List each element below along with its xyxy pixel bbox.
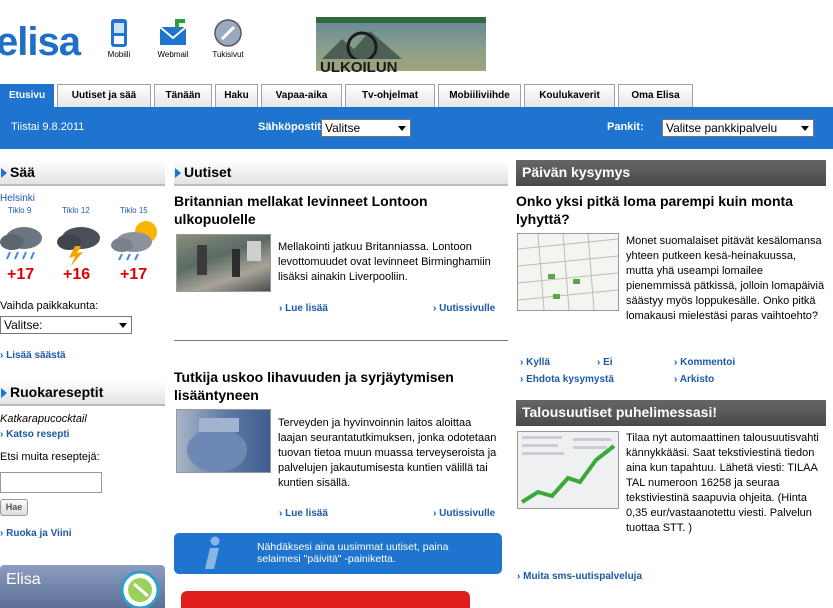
chevron-down-icon bbox=[801, 126, 809, 131]
poll-archive-link[interactable]: Arkisto bbox=[674, 374, 714, 385]
tab-haku[interactable]: Haku bbox=[215, 84, 258, 107]
ulkoilun-banner[interactable]: ULKOILUN bbox=[316, 17, 486, 76]
news-headline-2[interactable]: Tutkija uskoo lihavuuden ja syrjäytymise… bbox=[174, 368, 504, 404]
mobile-label: Mobiili bbox=[107, 50, 131, 59]
mobile-link[interactable]: Mobiili bbox=[97, 18, 141, 59]
poll-body: Monet suomalaiset pitävät kesälomansa yh… bbox=[626, 235, 825, 322]
tab-etusivu[interactable]: Etusivu bbox=[0, 84, 54, 107]
weather-temp-1: +17 bbox=[7, 266, 35, 283]
recipe-search-button[interactable]: Hae bbox=[0, 499, 28, 516]
finance-header: Talousuutiset puhelimessasi! bbox=[516, 400, 826, 426]
elisa-box: Elisa bbox=[0, 565, 165, 608]
news-header: Uutiset bbox=[174, 160, 508, 186]
recipes-header: Ruokareseptit bbox=[0, 380, 165, 406]
email-select-value: Valitse bbox=[325, 121, 361, 135]
see-recipe-link[interactable]: Katso resepti bbox=[0, 429, 69, 440]
banner-text: ULKOILUN bbox=[320, 59, 398, 76]
news-image-1[interactable] bbox=[176, 234, 271, 292]
poll-image bbox=[517, 233, 619, 311]
weather-time-1: Tiklo 9 bbox=[8, 206, 32, 215]
weather-temp-3: +17 bbox=[120, 266, 148, 283]
info-bar: Tiistai 9.8.2011 Sähköpostit: Valitse Pa… bbox=[0, 107, 833, 149]
mobile-icon bbox=[111, 19, 127, 47]
finance-more-link[interactable]: Muita sms-uutispalveluja bbox=[517, 571, 642, 582]
elisa-box-title: Elisa bbox=[6, 571, 41, 588]
location-select[interactable]: Valitse: bbox=[0, 316, 132, 334]
poll-yes-link[interactable]: Kyllä bbox=[520, 357, 550, 368]
banks-select-value: Valitse pankkipalvelu bbox=[666, 121, 778, 135]
recipe-search-label: Etsi muita reseptejä: bbox=[0, 451, 100, 463]
recipe-search-input[interactable] bbox=[0, 472, 102, 493]
thunder-cloud-icon bbox=[57, 227, 100, 266]
poll-comment-link[interactable]: Kommentoi bbox=[674, 357, 735, 368]
webmail-icon bbox=[159, 19, 187, 45]
tab-tanaan[interactable]: Tänään bbox=[154, 84, 212, 107]
refresh-info-box: Nähdäksesi aina uusimmat uutiset, paina … bbox=[174, 533, 502, 574]
tab-koulukaverit[interactable]: Koulukaverit bbox=[524, 84, 615, 107]
weather-temp-2: +16 bbox=[63, 266, 91, 283]
news-archive-link-2[interactable]: Uutissivulle bbox=[433, 508, 495, 519]
banks-label: Pankit: bbox=[607, 121, 644, 133]
news-divider bbox=[174, 340, 508, 341]
news-headline-1[interactable]: Britannian mellakat levinneet Lontoon ul… bbox=[174, 192, 504, 228]
location-select-value: Valitse: bbox=[4, 318, 43, 332]
finance-body: Tilaa nyt automaattinen talousuutisvahti… bbox=[626, 432, 819, 534]
news-body-1: Mellakointi jatkuu Britanniassa. Lontoon… bbox=[278, 241, 491, 283]
email-label: Sähköpostit: bbox=[258, 121, 325, 133]
tab-vapaa-aika[interactable]: Vapaa-aika bbox=[261, 84, 342, 107]
compass-icon[interactable] bbox=[120, 570, 160, 608]
info-icon bbox=[205, 536, 220, 569]
news-read-more-1[interactable]: Lue lisää bbox=[279, 303, 328, 314]
poll-header: Päivän kysymys bbox=[516, 160, 826, 186]
more-weather-link[interactable]: Lisää säästä bbox=[0, 350, 66, 361]
weather-time-2: Tiklo 12 bbox=[62, 206, 90, 215]
weather-header: Sää bbox=[0, 160, 165, 186]
news-read-more-2[interactable]: Lue lisää bbox=[279, 508, 328, 519]
poll-suggest-link[interactable]: Ehdota kysymystä bbox=[520, 374, 614, 385]
sun-rain-cloud-icon bbox=[111, 221, 157, 261]
weather-time-3: Tiklo 15 bbox=[120, 206, 148, 215]
rain-cloud-icon bbox=[0, 227, 42, 260]
weather-city[interactable]: Helsinki bbox=[0, 193, 35, 204]
banks-select[interactable]: Valitse pankkipalvelu bbox=[662, 119, 814, 137]
email-select[interactable]: Valitse bbox=[321, 119, 411, 137]
chevron-down-icon bbox=[398, 126, 406, 131]
elisa-logo[interactable]: elisa bbox=[0, 20, 81, 65]
change-location-label: Vaihda paikkakunta: bbox=[0, 300, 99, 312]
red-banner[interactable] bbox=[181, 591, 470, 608]
news-body-2: Terveyden ja hyvinvoinnin laitos aloitta… bbox=[278, 417, 497, 489]
webmail-link[interactable]: Webmail bbox=[151, 18, 195, 59]
refresh-info-text: Nähdäksesi aina uusimmat uutiset, paina … bbox=[257, 541, 449, 565]
chevron-down-icon bbox=[119, 323, 127, 328]
support-label: Tukisivut bbox=[212, 50, 244, 59]
news-archive-link-1[interactable]: Uutissivulle bbox=[433, 303, 495, 314]
tab-oma-elisa[interactable]: Oma Elisa bbox=[618, 84, 693, 107]
tab-uutiset[interactable]: Uutiset ja sää bbox=[57, 84, 151, 107]
support-icon bbox=[214, 19, 242, 47]
food-wine-link[interactable]: Ruoka ja Viini bbox=[0, 528, 71, 539]
tab-mobiiliviihde[interactable]: Mobiiliviihde bbox=[438, 84, 521, 107]
poll-no-link[interactable]: Ei bbox=[597, 357, 612, 368]
mountain-icon bbox=[322, 31, 402, 59]
tab-tv-ohjelmat[interactable]: Tv-ohjelmat bbox=[345, 84, 435, 107]
news-image-2[interactable] bbox=[176, 409, 271, 473]
date-text: Tiistai 9.8.2011 bbox=[11, 121, 85, 133]
webmail-label: Webmail bbox=[157, 50, 189, 59]
recipe-name: Katkarapucocktail bbox=[0, 413, 87, 425]
finance-image bbox=[517, 431, 619, 509]
support-link[interactable]: Tukisivut bbox=[206, 18, 250, 59]
main-tabs: Etusivu Uutiset ja sää Tänään Haku Vapaa… bbox=[0, 84, 833, 107]
poll-question: Onko yksi pitkä loma parempi kuin monta … bbox=[516, 193, 793, 227]
